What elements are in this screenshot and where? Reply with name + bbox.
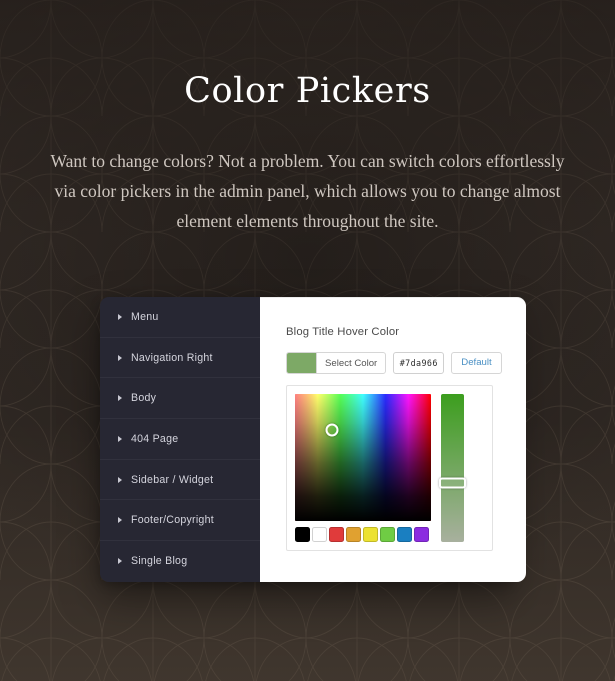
spectrum-column (295, 394, 431, 542)
hex-color-input[interactable] (393, 352, 445, 374)
page-header: Color Pickers Want to change colors? Not… (0, 0, 615, 236)
saturation-slider-track[interactable] (441, 394, 464, 542)
preset-swatch-yellow[interactable] (363, 527, 378, 542)
page-title: Color Pickers (184, 71, 431, 111)
color-picker-card: Menu Navigation Right Body 404 Page Side… (100, 297, 526, 582)
settings-sidebar: Menu Navigation Right Body 404 Page Side… (100, 297, 260, 582)
sidebar-item-label: Body (131, 392, 157, 405)
sidebar-item-label: Menu (131, 310, 159, 323)
preset-swatch-white[interactable] (312, 527, 327, 542)
caret-right-icon (118, 517, 122, 524)
caret-right-icon (118, 476, 122, 483)
sidebar-item-menu[interactable]: Menu (100, 297, 260, 338)
color-picker-popup (286, 385, 493, 551)
preset-swatch-blue[interactable] (397, 527, 412, 542)
sidebar-item-body[interactable]: Body (100, 378, 260, 420)
sidebar-item-footer-copyright[interactable]: Footer/Copyright (100, 500, 260, 542)
caret-right-icon (118, 435, 122, 442)
field-label: Blog Title Hover Color (286, 326, 400, 338)
saturation-brightness-map[interactable] (295, 394, 431, 521)
sidebar-item-navigation-right[interactable]: Navigation Right (100, 338, 260, 379)
preset-swatch-orange[interactable] (346, 527, 361, 542)
saturation-slider-handle[interactable] (439, 477, 466, 489)
color-settings-panel: Blog Title Hover Color Select Color Defa… (260, 297, 526, 582)
black-gradient-layer (295, 394, 431, 521)
sidebar-item-label: Single Blog (131, 555, 188, 568)
preset-swatch-row (295, 527, 431, 542)
caret-right-icon (118, 558, 122, 565)
page-subtitle: Want to change colors? Not a problem. Yo… (50, 151, 565, 232)
sidebar-item-label: Navigation Right (131, 351, 213, 364)
sidebar-item-label: Footer/Copyright (131, 514, 214, 527)
spectrum-cursor-handle[interactable] (325, 423, 339, 437)
sidebar-item-sidebar-widget[interactable]: Sidebar / Widget (100, 460, 260, 501)
preset-swatch-purple[interactable] (414, 527, 429, 542)
preset-swatch-green[interactable] (380, 527, 395, 542)
current-color-swatch[interactable] (287, 353, 317, 373)
sidebar-item-single-blog[interactable]: Single Blog (100, 541, 260, 582)
sidebar-item-404-page[interactable]: 404 Page (100, 419, 260, 460)
preset-swatch-black[interactable] (295, 527, 310, 542)
select-color-label: Select Color (325, 357, 378, 369)
color-control-row: Select Color Default (286, 352, 502, 374)
sidebar-item-label: Sidebar / Widget (131, 473, 214, 486)
saturation-slider[interactable] (439, 394, 466, 542)
caret-right-icon (118, 354, 122, 361)
preset-swatch-red[interactable] (329, 527, 344, 542)
caret-right-icon (118, 313, 122, 320)
caret-right-icon (118, 395, 122, 402)
default-button[interactable]: Default (451, 352, 502, 374)
select-color-button[interactable]: Select Color (286, 352, 387, 374)
sidebar-item-label: 404 Page (131, 432, 179, 445)
